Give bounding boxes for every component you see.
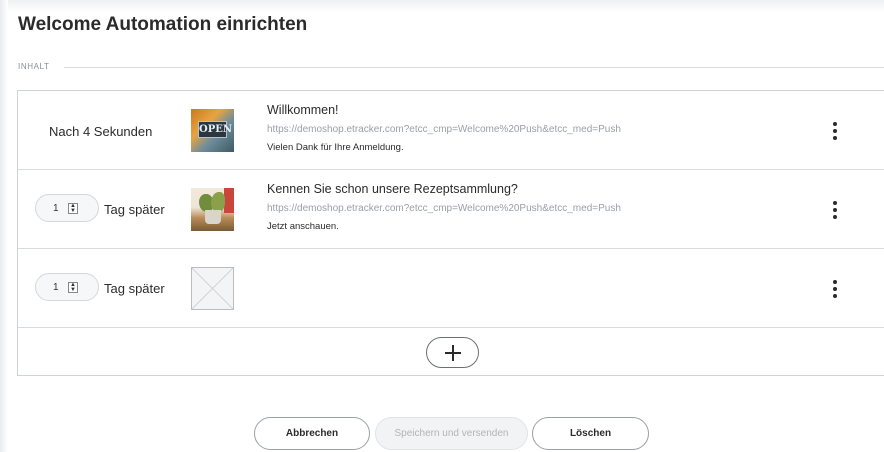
push-title: Willkommen! bbox=[267, 103, 339, 117]
cancel-button[interactable]: Abbrechen bbox=[254, 417, 370, 450]
stepper-arrows-icon[interactable]: ▲ ▼ bbox=[68, 282, 78, 293]
add-step-button[interactable] bbox=[426, 337, 479, 368]
image-detail bbox=[205, 210, 221, 224]
section-label: INHALT bbox=[18, 62, 50, 71]
push-title: Kennen Sie schon unsere Rezeptsammlung? bbox=[267, 182, 518, 196]
image-detail bbox=[211, 192, 225, 212]
delay-stepper[interactable]: 1 ▲ ▼ bbox=[35, 194, 99, 222]
save-and-send-button[interactable]: Speichern und versenden bbox=[375, 417, 528, 450]
image-detail bbox=[224, 188, 234, 213]
stepper-arrows-icon[interactable]: ▲ ▼ bbox=[68, 203, 78, 214]
row-menu-icon[interactable] bbox=[830, 201, 840, 221]
placeholder-cross-icon bbox=[192, 268, 233, 309]
push-text: Jetzt anschauen. bbox=[267, 221, 339, 232]
push-url: https://demoshop.etracker.com?etcc_cmp=W… bbox=[267, 203, 621, 214]
image-placeholder[interactable] bbox=[191, 267, 234, 310]
delay-unit-label: Tag später bbox=[104, 202, 165, 217]
step-row-2: 1 ▲ ▼ Tag später Kennen Sie schon unsere … bbox=[18, 170, 884, 249]
open-sign-graphic: OPEN bbox=[198, 121, 232, 138]
page-title: Welcome Automation einrichten bbox=[18, 14, 308, 35]
plus-icon bbox=[452, 345, 454, 361]
push-text: Vielen Dank für Ihre Anmeldung. bbox=[267, 142, 404, 153]
page-shadow bbox=[0, 0, 884, 12]
stepper-value: 1 bbox=[53, 203, 59, 214]
delete-button[interactable]: Löschen bbox=[532, 417, 649, 450]
row-menu-icon[interactable] bbox=[830, 280, 840, 300]
page-edge-shadow bbox=[0, 0, 8, 452]
section-divider bbox=[64, 67, 884, 68]
row-menu-icon[interactable] bbox=[830, 122, 840, 142]
push-url: https://demoshop.etracker.com?etcc_cmp=W… bbox=[267, 124, 621, 135]
plant-image bbox=[191, 188, 234, 231]
stepper-value: 1 bbox=[53, 282, 59, 293]
delay-unit-label: Tag später bbox=[104, 281, 165, 296]
step-row-1: Nach 4 Sekunden OPEN Willkommen! https:/… bbox=[18, 91, 884, 170]
open-sign-image: OPEN bbox=[191, 109, 234, 152]
delay-stepper[interactable]: 1 ▲ ▼ bbox=[35, 273, 99, 301]
delay-text: Nach 4 Sekunden bbox=[49, 124, 153, 139]
automation-steps-panel: Nach 4 Sekunden OPEN Willkommen! https:/… bbox=[17, 90, 884, 376]
step-row-3: 1 ▲ ▼ Tag später bbox=[18, 249, 884, 328]
